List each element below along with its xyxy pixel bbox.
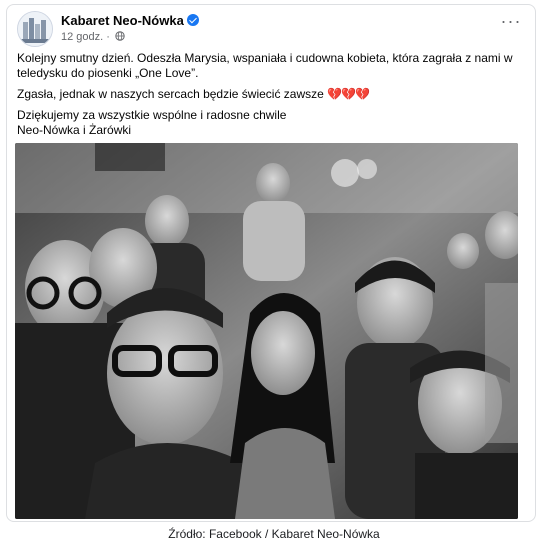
post-line-2: Zgasła, jednak w naszych sercach będzie … <box>17 87 324 101</box>
post-text: Kolejny smutny dzień. Odeszła Marysia, w… <box>17 51 522 144</box>
image-source-caption: Źródło: Facebook / Kabaret Neo-Nówka <box>168 527 380 541</box>
globe-icon <box>115 31 125 41</box>
post-line-4: Neo-Nówka i Żarówki <box>17 123 132 137</box>
post-line-3: Dziękujemy za wszystkie wspólne i radosn… <box>17 108 287 122</box>
post-photo[interactable] <box>15 143 518 519</box>
page-avatar[interactable] <box>17 11 53 47</box>
facebook-post-card: Kabaret Neo-Nówka 12 godz. · ··· Kolejny… <box>6 4 536 522</box>
post-header: Kabaret Neo-Nówka 12 godz. · ··· <box>17 11 525 47</box>
post-meta: 12 godz. · <box>61 31 125 43</box>
post-paragraph-1: Kolejny smutny dzień. Odeszła Marysia, w… <box>17 51 513 80</box>
post-paragraph-3: Dziękujemy za wszystkie wspólne i radosn… <box>17 108 522 138</box>
page-name[interactable]: Kabaret Neo-Nówka <box>61 13 199 28</box>
post-paragraph-2: Zgasła, jednak w naszych sercach będzie … <box>17 87 522 102</box>
more-options-icon[interactable]: ··· <box>499 12 523 35</box>
timestamp[interactable]: 12 godz. <box>61 31 103 43</box>
meta-separator: · <box>106 31 110 43</box>
verified-badge-icon <box>186 14 199 26</box>
broken-heart-icon: 💔💔💔 <box>327 87 370 101</box>
group-selfie-photo <box>15 143 518 519</box>
